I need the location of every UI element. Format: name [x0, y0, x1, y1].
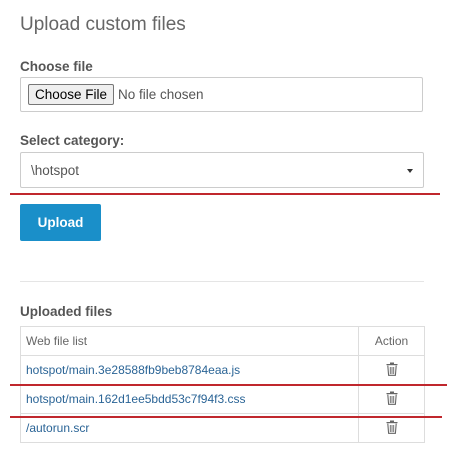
trash-icon[interactable] — [386, 420, 398, 437]
trash-icon[interactable] — [386, 362, 398, 379]
file-cell: hotspot/main.162d1ee5bdd53c7f94f3.css — [20, 384, 359, 414]
file-status-text: No file chosen — [118, 87, 204, 102]
file-link[interactable]: hotspot/main.162d1ee5bdd53c7f94f3.css — [26, 392, 246, 406]
column-header-action: Action — [358, 326, 425, 356]
trash-icon[interactable] — [386, 391, 398, 408]
action-cell — [358, 384, 425, 414]
table-header-row: Web file list Action — [20, 326, 425, 356]
category-selected-value: \hotspot — [31, 163, 80, 178]
table-row: /autorun.scr — [20, 413, 425, 443]
section-divider — [20, 281, 424, 282]
file-cell: /autorun.scr — [20, 413, 359, 443]
category-select[interactable]: \hotspot — [20, 152, 424, 188]
column-header-web-file-list: Web file list — [20, 326, 359, 356]
file-input[interactable]: Choose File No file chosen — [20, 77, 423, 112]
caret-down-icon — [407, 169, 413, 173]
uploaded-files-heading: Uploaded files — [20, 304, 113, 319]
action-cell — [358, 413, 425, 443]
file-cell: hotspot/main.3e28588fb9beb8784eaa.js — [20, 355, 359, 385]
select-category-label: Select category: — [20, 133, 125, 148]
annotation-line — [10, 193, 440, 195]
file-link[interactable]: /autorun.scr — [26, 421, 89, 435]
table-row: hotspot/main.3e28588fb9beb8784eaa.js — [20, 355, 425, 385]
annotation-line — [10, 384, 447, 386]
page-title: Upload custom files — [20, 14, 186, 35]
choose-file-button[interactable]: Choose File — [28, 84, 115, 105]
file-link[interactable]: hotspot/main.3e28588fb9beb8784eaa.js — [26, 363, 240, 377]
table-row: hotspot/main.162d1ee5bdd53c7f94f3.css — [20, 384, 425, 414]
upload-button[interactable]: Upload — [20, 204, 101, 241]
annotation-line — [10, 416, 442, 418]
action-cell — [358, 355, 425, 385]
choose-file-label: Choose file — [20, 59, 93, 74]
